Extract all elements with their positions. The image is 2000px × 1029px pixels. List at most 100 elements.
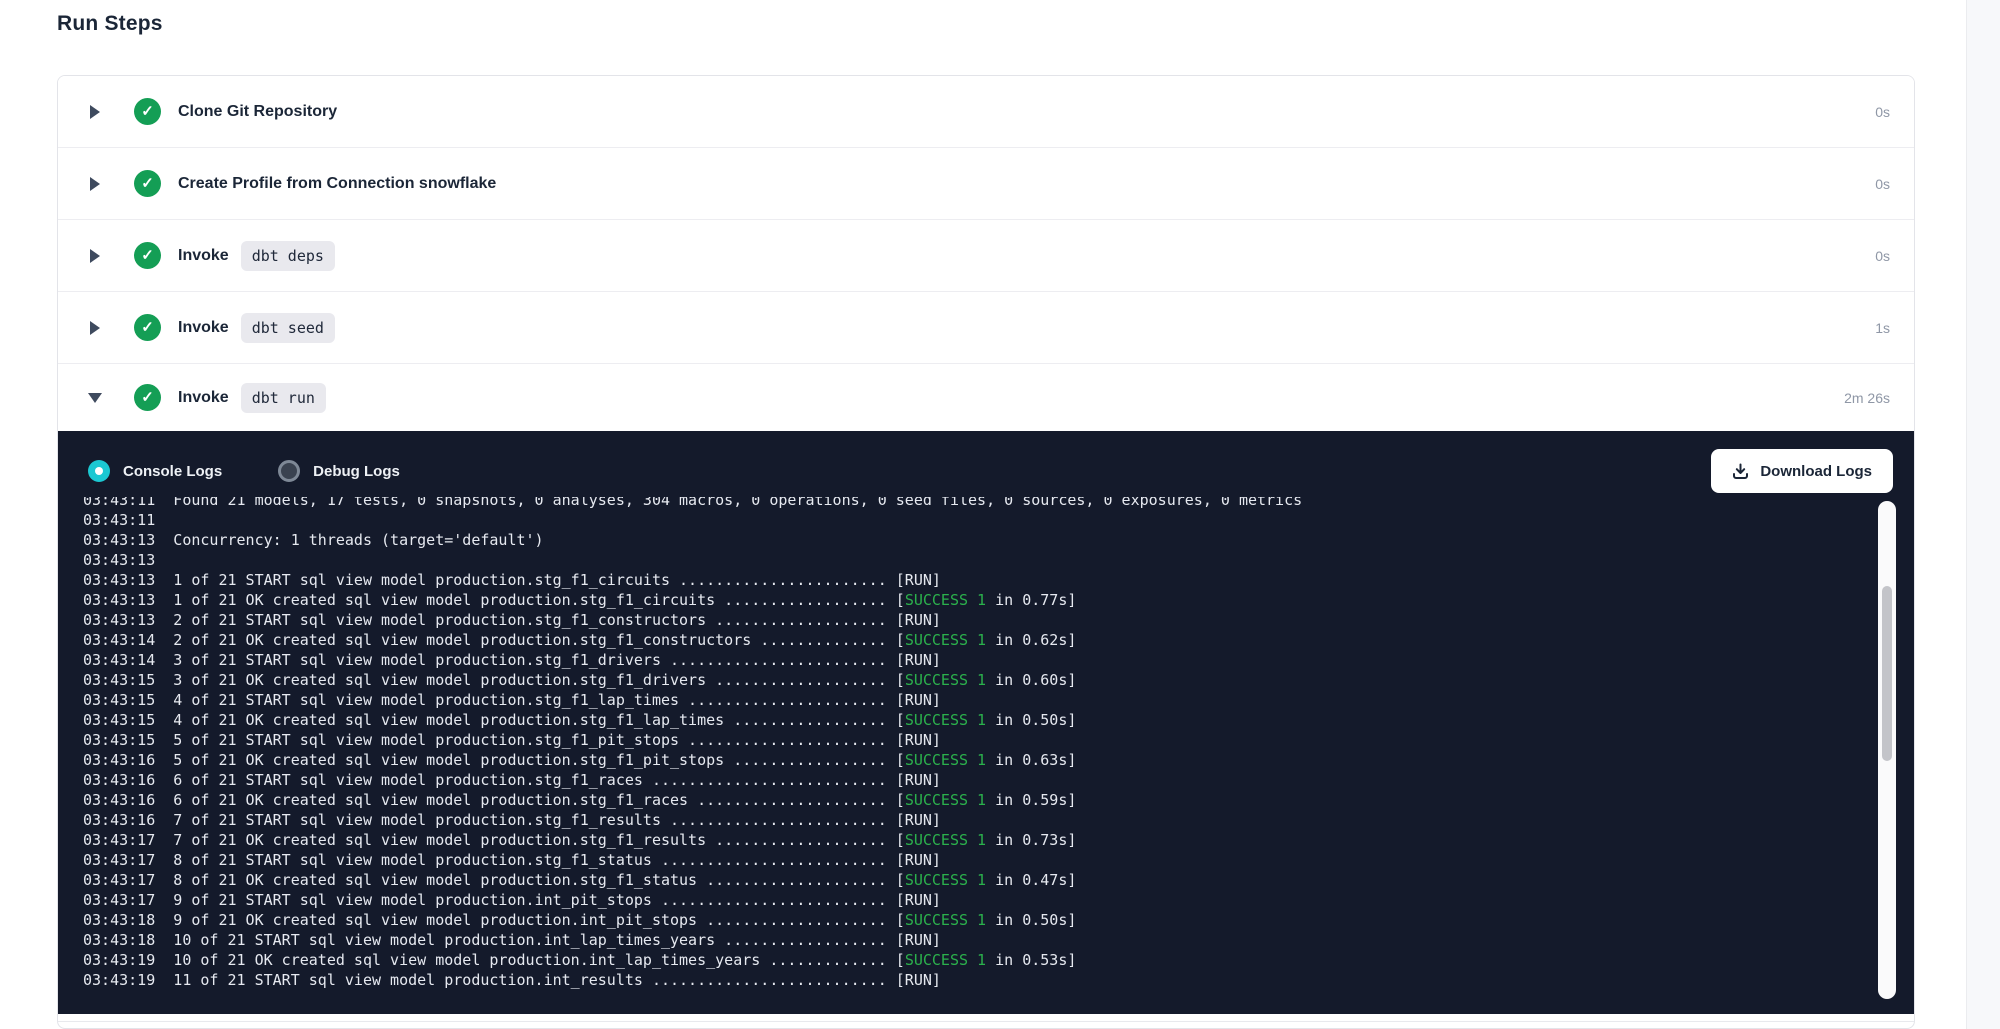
log-text: in 0.73s] [986, 831, 1076, 849]
step-row[interactable]: ✓ Invoke dbt deps 0s [58, 220, 1914, 292]
log-text: in 0.59s] [986, 791, 1076, 809]
console-logs-radio[interactable]: Console Logs [88, 460, 222, 482]
step-label: Invoke [178, 247, 229, 265]
log-success-tag: SUCCESS 1 [905, 791, 986, 809]
step-command-chip: dbt deps [241, 241, 335, 271]
download-logs-button[interactable]: Download Logs [1711, 449, 1893, 493]
step-duration: 1s [1875, 320, 1890, 336]
log-text: 03:43:13 Concurrency: 1 threads (target=… [83, 531, 544, 549]
step-label: Invoke [178, 389, 229, 407]
log-success-tag: SUCCESS 1 [905, 951, 986, 969]
step-row[interactable]: ✓ Create Profile from Connection snowfla… [58, 148, 1914, 220]
chevron-box [88, 105, 102, 119]
step-duration: 0s [1875, 248, 1890, 264]
log-text: in 0.50s] [986, 911, 1076, 929]
next-row-divider [58, 1014, 1914, 1022]
log-line: 03:43:15 5 of 21 START sql view model pr… [83, 730, 1869, 750]
log-line: 03:43:17 9 of 21 START sql view model pr… [83, 890, 1869, 910]
log-text: 03:43:18 9 of 21 OK created sql view mod… [83, 911, 905, 929]
log-text: 03:43:15 4 of 21 OK created sql view mod… [83, 711, 905, 729]
debug-logs-radio[interactable]: Debug Logs [278, 460, 400, 482]
log-scrollbar-thumb[interactable] [1882, 586, 1892, 761]
radio-unselected-icon[interactable] [278, 460, 300, 482]
log-text: in 0.47s] [986, 871, 1076, 889]
log-success-tag: SUCCESS 1 [905, 711, 986, 729]
log-panel-header: Console Logs Debug Logs Download Logs [58, 431, 1914, 497]
log-success-tag: SUCCESS 1 [905, 671, 986, 689]
log-text: 03:43:19 10 of 21 OK created sql view mo… [83, 951, 905, 969]
log-text: 03:43:16 6 of 21 OK created sql view mod… [83, 791, 905, 809]
log-line: 03:43:16 7 of 21 START sql view model pr… [83, 810, 1869, 830]
log-line: 03:43:16 6 of 21 OK created sql view mod… [83, 790, 1869, 810]
log-text: in 0.62s] [986, 631, 1076, 649]
debug-logs-label: Debug Logs [313, 463, 400, 480]
log-line: 03:43:11 Found 21 models, 17 tests, 0 sn… [83, 497, 1869, 510]
log-line: 03:43:18 10 of 21 START sql view model p… [83, 930, 1869, 950]
run-steps-card: ✓ Clone Git Repository 0s ✓ Create Profi… [57, 75, 1915, 1029]
log-line: 03:43:17 8 of 21 OK created sql view mod… [83, 870, 1869, 890]
log-line: 03:43:13 1 of 21 OK created sql view mod… [83, 590, 1869, 610]
chevron-down-icon[interactable] [88, 393, 102, 403]
log-line: 03:43:18 9 of 21 OK created sql view mod… [83, 910, 1869, 930]
download-logs-label: Download Logs [1760, 463, 1872, 480]
log-success-tag: SUCCESS 1 [905, 831, 986, 849]
log-text: 03:43:16 7 of 21 START sql view model pr… [83, 811, 941, 829]
log-text: 03:43:15 4 of 21 START sql view model pr… [83, 691, 941, 709]
log-success-tag: SUCCESS 1 [905, 871, 986, 889]
log-text: in 0.50s] [986, 711, 1076, 729]
log-text: 03:43:14 3 of 21 START sql view model pr… [83, 651, 941, 669]
run-steps-list: ✓ Clone Git Repository 0s ✓ Create Profi… [58, 76, 1914, 431]
step-row[interactable]: ✓ Invoke dbt seed 1s [58, 292, 1914, 364]
log-line: 03:43:17 8 of 21 START sql view model pr… [83, 850, 1869, 870]
log-text: 03:43:14 2 of 21 OK created sql view mod… [83, 631, 905, 649]
download-icon [1732, 463, 1749, 480]
log-line: 03:43:13 Concurrency: 1 threads (target=… [83, 530, 1869, 550]
log-text: 03:43:15 3 of 21 OK created sql view mod… [83, 671, 905, 689]
success-check-icon: ✓ [134, 314, 161, 341]
step-command-chip: dbt seed [241, 313, 335, 343]
chevron-box [88, 321, 102, 335]
log-text: in 0.63s] [986, 751, 1076, 769]
log-text: 03:43:13 1 of 21 START sql view model pr… [83, 571, 941, 589]
log-line: 03:43:14 3 of 21 START sql view model pr… [83, 650, 1869, 670]
log-viewport[interactable]: 03:43:11 Found 21 models, 17 tests, 0 sn… [83, 497, 1869, 1014]
chevron-right-icon[interactable] [90, 321, 100, 335]
log-text: 03:43:17 9 of 21 START sql view model pr… [83, 891, 941, 909]
success-check-icon: ✓ [134, 170, 161, 197]
step-label: Create Profile from Connection snowflake [178, 175, 496, 193]
log-content: 03:43:11 Found 21 models, 17 tests, 0 sn… [83, 497, 1869, 990]
log-line: 03:43:13 1 of 21 START sql view model pr… [83, 570, 1869, 590]
log-line: 03:43:19 11 of 21 START sql view model p… [83, 970, 1869, 990]
log-success-tag: SUCCESS 1 [905, 751, 986, 769]
log-line: 03:43:15 4 of 21 START sql view model pr… [83, 690, 1869, 710]
run-steps-section: Run Steps ✓ Clone Git Repository 0s ✓ Cr… [57, 0, 1915, 1029]
log-success-tag: SUCCESS 1 [905, 631, 986, 649]
chevron-right-icon[interactable] [90, 177, 100, 191]
chevron-box [88, 393, 102, 403]
log-success-tag: SUCCESS 1 [905, 911, 986, 929]
log-line: 03:43:17 7 of 21 OK created sql view mod… [83, 830, 1869, 850]
console-logs-label: Console Logs [123, 463, 222, 480]
log-text: 03:43:13 1 of 21 OK created sql view mod… [83, 591, 905, 609]
log-panel: Console Logs Debug Logs Download Logs 03 [58, 431, 1914, 1014]
log-scrollbar-track[interactable] [1878, 501, 1896, 999]
log-text: 03:43:16 5 of 21 OK created sql view mod… [83, 751, 905, 769]
step-row[interactable]: ✓ Clone Git Repository 0s [58, 76, 1914, 148]
success-check-icon: ✓ [134, 98, 161, 125]
log-line: 03:43:15 3 of 21 OK created sql view mod… [83, 670, 1869, 690]
log-line: 03:43:16 5 of 21 OK created sql view mod… [83, 750, 1869, 770]
log-text: in 0.53s] [986, 951, 1076, 969]
log-text: 03:43:17 7 of 21 OK created sql view mod… [83, 831, 905, 849]
right-gutter [1966, 0, 2000, 1029]
chevron-right-icon[interactable] [90, 105, 100, 119]
step-row[interactable]: ✓ Invoke dbt run 2m 26s [58, 364, 1914, 431]
log-text: 03:43:19 11 of 21 START sql view model p… [83, 971, 941, 989]
radio-selected-icon[interactable] [88, 460, 110, 482]
step-duration: 0s [1875, 176, 1890, 192]
chevron-box [88, 177, 102, 191]
log-text: 03:43:13 [83, 551, 155, 569]
step-label: Invoke [178, 319, 229, 337]
chevron-right-icon[interactable] [90, 249, 100, 263]
log-text: 03:43:16 6 of 21 START sql view model pr… [83, 771, 941, 789]
step-duration: 2m 26s [1844, 390, 1890, 406]
